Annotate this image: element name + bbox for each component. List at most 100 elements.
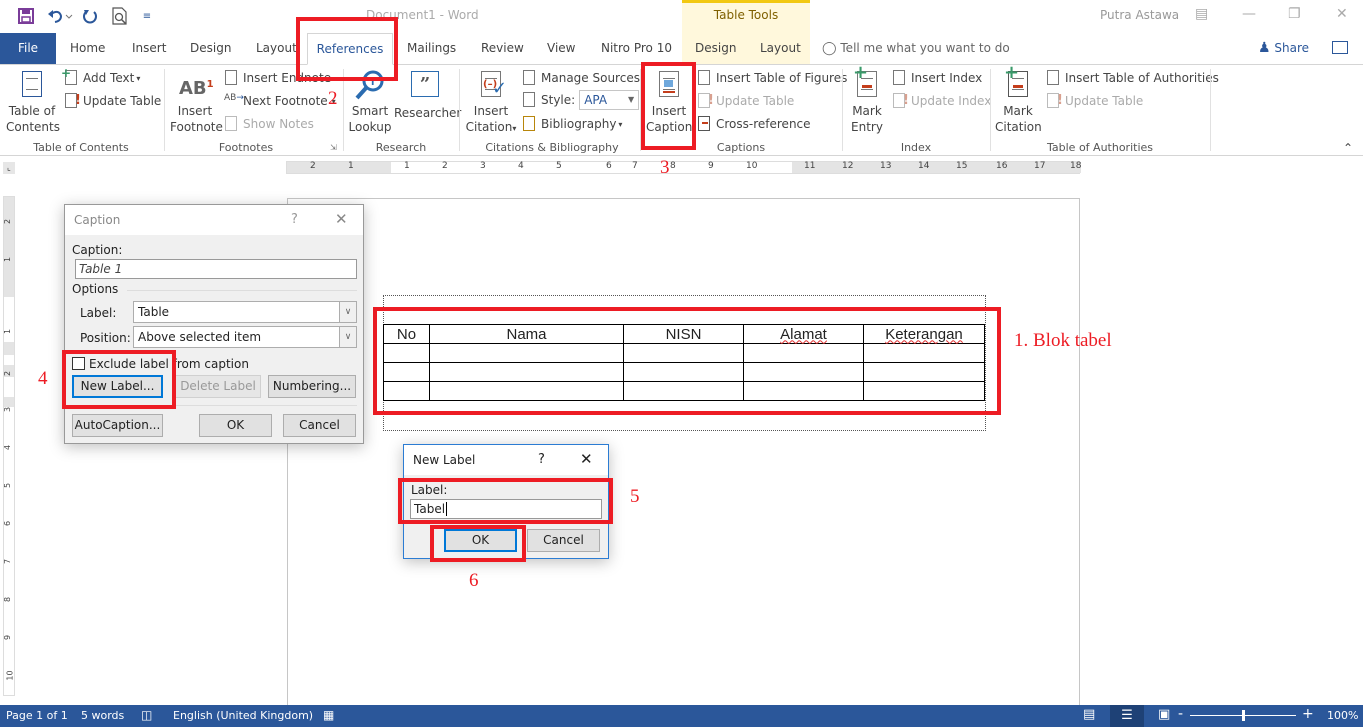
manage-sources-button[interactable]: Manage Sources xyxy=(522,69,640,87)
label-select[interactable]: Table ∨ xyxy=(133,301,357,323)
mark-entry-label-1: Mark xyxy=(852,104,882,118)
comments-icon[interactable] xyxy=(1332,41,1348,54)
insert-table-of-authorities-button[interactable]: Insert Table of Authorities xyxy=(1046,69,1219,87)
user-name[interactable]: Putra Astawa xyxy=(1100,8,1179,22)
tab-selector[interactable]: ⌞ xyxy=(3,162,15,174)
web-layout-icon[interactable]: ▣ xyxy=(1158,707,1170,722)
tab-mailings[interactable]: Mailings xyxy=(401,33,462,64)
read-mode-icon[interactable]: ▤ xyxy=(1083,707,1095,722)
close-icon[interactable]: ✕ xyxy=(580,450,593,468)
help-icon[interactable]: ? xyxy=(291,212,298,227)
tab-file[interactable]: File xyxy=(0,33,56,64)
print-layout-icon[interactable]: ☰ xyxy=(1110,705,1144,727)
share-button[interactable]: ♟ Share xyxy=(1258,33,1309,64)
ruler-number: 9 xyxy=(3,634,13,641)
cross-reference-icon xyxy=(697,116,713,132)
tab-table-layout[interactable]: Layout xyxy=(754,33,807,64)
autocaption-button[interactable]: AutoCaption... xyxy=(72,414,163,437)
caption-dialog-titlebar[interactable]: Caption ? ✕ xyxy=(65,205,363,235)
tell-me-search[interactable]: ◯ Tell me what you want to do xyxy=(822,33,1010,64)
tab-table-design[interactable]: Design xyxy=(689,33,742,64)
bibliography-icon xyxy=(522,116,538,132)
customize-qat-icon[interactable]: ≡ xyxy=(140,6,154,26)
zoom-slider[interactable] xyxy=(1190,710,1296,721)
mark-entry-button[interactable]: + Mark Entry xyxy=(846,64,888,135)
redo-icon[interactable] xyxy=(80,6,100,26)
ruler-number: 18 xyxy=(1070,161,1082,171)
minimize-icon[interactable]: — xyxy=(1242,6,1256,22)
caption-input[interactable]: Table 1 xyxy=(75,259,357,279)
undo-icon[interactable] xyxy=(46,6,74,26)
update-toa-button[interactable]: ! Update Table xyxy=(1046,92,1143,110)
tab-insert[interactable]: Insert xyxy=(126,33,172,64)
tab-home[interactable]: Home xyxy=(64,33,111,64)
new-label-dialog-titlebar[interactable]: New Label ? ✕ xyxy=(404,445,608,475)
table-of-figures-icon xyxy=(697,70,713,86)
position-select[interactable]: Above selected item ∨ xyxy=(133,326,357,348)
ruler-number: 3 xyxy=(3,406,13,413)
position-select-value: Above selected item xyxy=(138,330,262,344)
tab-design[interactable]: Design xyxy=(184,33,237,64)
ok-button[interactable]: OK xyxy=(199,414,272,437)
insert-footnote-label-1: Insert xyxy=(177,104,213,118)
zoom-slider-thumb[interactable] xyxy=(1242,710,1245,721)
horizontal-ruler[interactable]: 2 1 1 2 3 4 5 6 7 8 9 10 11 12 13 14 15 16 17 18 xyxy=(286,161,1082,174)
zoom-level[interactable]: 100% xyxy=(1327,709,1358,722)
cross-reference-button[interactable]: Cross-reference xyxy=(697,115,811,133)
annotation-box-new-label xyxy=(62,350,176,409)
next-footnote-label: Next Footnote xyxy=(243,94,328,108)
add-text-button[interactable]: + Add Text ▾ xyxy=(61,66,140,87)
zoom-out-icon[interactable]: - xyxy=(1178,706,1183,722)
tab-view[interactable]: View xyxy=(541,33,581,64)
update-table-figures-button[interactable]: ! Update Table xyxy=(697,92,794,110)
bibliography-button[interactable]: Bibliography ▾ xyxy=(522,115,622,133)
save-icon[interactable] xyxy=(16,6,36,26)
zoom-in-icon[interactable]: + xyxy=(1302,706,1314,722)
add-text-icon: + xyxy=(61,66,80,86)
ribbon-display-options-icon[interactable]: ▤ xyxy=(1195,6,1208,22)
proofing-icon[interactable]: ◫ xyxy=(141,708,152,722)
language[interactable]: English (United Kingdom) xyxy=(173,709,313,722)
collapse-ribbon-icon[interactable]: ⌃ xyxy=(1343,141,1353,155)
next-footnote-icon: AB→ xyxy=(224,93,244,103)
ruler-margin xyxy=(4,197,14,297)
mark-entry-label-2: Entry xyxy=(851,120,883,134)
insert-citation-button[interactable]: (–) ✓ Insert Citation▾ xyxy=(464,69,518,137)
update-toa-label: Update Table xyxy=(1065,94,1144,108)
mark-citation-button[interactable]: + Mark Citation xyxy=(995,64,1042,135)
macro-recording-icon[interactable]: ▦ xyxy=(323,708,334,722)
numbering-button[interactable]: Numbering... xyxy=(268,375,356,398)
style-dropdown[interactable]: APA ▼ xyxy=(579,90,640,110)
tab-review[interactable]: Review xyxy=(475,33,530,64)
print-preview-icon[interactable] xyxy=(110,6,130,26)
insert-citation-icon: (–) ✓ xyxy=(475,69,507,101)
mark-citation-icon: + xyxy=(1002,64,1034,101)
annotation-step-4: 4 xyxy=(38,368,48,389)
footnotes-dialog-launcher-icon[interactable]: ⇲ xyxy=(330,143,337,152)
ruler-number: 1 xyxy=(3,328,13,335)
next-footnote-button[interactable]: AB→ Next Footnote ▾ xyxy=(224,92,336,110)
insert-footnote-button[interactable]: AB1 Insert Footnote xyxy=(170,69,223,135)
position-field-label: Position: xyxy=(80,331,131,345)
update-table-label: Update Table xyxy=(83,94,162,108)
table-of-contents-button[interactable]: Table of Contents xyxy=(6,69,60,135)
update-index-button[interactable]: ! Update Index xyxy=(892,92,991,110)
label-field-label: Label: xyxy=(80,306,117,320)
tab-layout[interactable]: Layout xyxy=(250,33,303,64)
word-count[interactable]: 5 words xyxy=(81,709,124,722)
help-icon[interactable]: ? xyxy=(538,452,545,467)
vertical-ruler[interactable]: 2 1 1 2 3 4 5 6 7 8 9 10 xyxy=(3,196,15,696)
close-icon[interactable]: ✕ xyxy=(335,210,348,228)
cancel-button[interactable]: Cancel xyxy=(283,414,356,437)
update-table-button[interactable]: ! Update Table xyxy=(64,92,161,110)
page-count[interactable]: Page 1 of 1 xyxy=(6,709,68,722)
restore-icon[interactable]: ❐ xyxy=(1288,6,1301,22)
close-icon[interactable]: ✕ xyxy=(1336,6,1348,22)
researcher-button[interactable]: ” Researcher xyxy=(394,69,461,121)
insert-table-of-figures-button[interactable]: Insert Table of Figures xyxy=(697,69,847,87)
new-label-cancel-button[interactable]: Cancel xyxy=(527,529,600,552)
tab-nitro-pro[interactable]: Nitro Pro 10 xyxy=(595,33,678,64)
insert-index-button[interactable]: Insert Index xyxy=(892,69,982,87)
delete-label-button[interactable]: Delete Label xyxy=(175,375,261,398)
show-notes-button[interactable]: Show Notes xyxy=(224,115,314,133)
